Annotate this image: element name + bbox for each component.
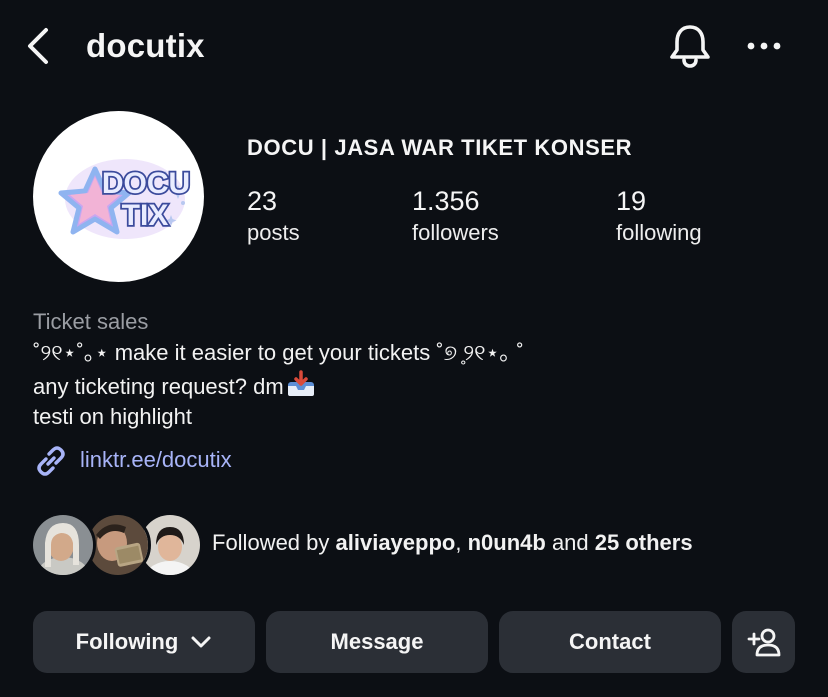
stat-posts[interactable]: 23 posts <box>247 184 300 248</box>
following-count: 19 <box>616 186 647 216</box>
docutix-logo: DOCU TIX <box>58 159 192 239</box>
link-icon <box>37 446 65 476</box>
display-name: DOCU | JASA WAR TIKET KONSER <box>247 135 633 160</box>
bio-link-text: linktr.ee/docutix <box>80 447 232 472</box>
following-button-label: Following <box>75 629 179 654</box>
add-person-button[interactable] <box>732 611 795 673</box>
chevron-left-icon <box>28 28 48 64</box>
avatar <box>30 512 96 578</box>
followed-by-user-2: n0un4b <box>467 530 546 555</box>
contact-button[interactable]: Contact <box>499 611 721 673</box>
followed-by-middle: and <box>545 530 595 555</box>
profile-page: docutix DOCU TIX DOCU | JASA WAR TIKET K… <box>0 0 828 697</box>
profile-category: Ticket sales <box>33 309 149 334</box>
bell-icon <box>670 25 710 68</box>
contact-button-label: Contact <box>569 629 651 654</box>
posts-label: posts <box>247 220 300 245</box>
notifications-button[interactable] <box>666 22 714 70</box>
bio-line-3: testi on highlight <box>33 404 192 429</box>
followed-by-user-1: aliviayeppo <box>335 530 456 555</box>
followed-by-others: 25 others <box>594 530 693 555</box>
following-label: following <box>616 220 702 245</box>
followed-by-separator: , <box>455 530 468 555</box>
add-person-icon <box>747 628 780 657</box>
stat-followers[interactable]: 1.356 followers <box>412 184 499 248</box>
bio-line-2-text: any ticketing request? dm <box>33 374 284 399</box>
top-bar: docutix <box>0 0 828 92</box>
message-button[interactable]: Message <box>266 611 488 673</box>
message-button-label: Message <box>330 629 424 654</box>
back-button[interactable] <box>22 24 58 68</box>
followed-by-text[interactable]: Followed by aliviayeppo, n0un4b and 25 o… <box>212 528 693 558</box>
bio-line-2: any ticketing request? dm <box>33 370 316 406</box>
more-options-button[interactable] <box>744 30 784 62</box>
posts-count: 23 <box>247 186 278 216</box>
avatar-text-line2: TIX <box>122 199 169 232</box>
inbox-tray-icon <box>286 370 316 406</box>
username-title: docutix <box>86 27 205 64</box>
chevron-down-icon <box>190 629 212 655</box>
more-horizontal-icon <box>747 42 781 50</box>
following-button[interactable]: Following <box>33 611 255 673</box>
mutual-followers-avatars[interactable] <box>30 512 203 578</box>
followed-by-prefix: Followed by <box>212 530 336 555</box>
followers-label: followers <box>412 220 499 245</box>
avatar-text-line1: DOCU <box>102 167 190 200</box>
stat-following[interactable]: 19 following <box>616 184 702 248</box>
profile-avatar[interactable]: DOCU TIX <box>33 111 204 282</box>
followers-count: 1.356 <box>412 186 480 216</box>
bio-line-1: ˚୨୧⋆˚｡⋆ make it easier to get your ticke… <box>33 340 524 365</box>
